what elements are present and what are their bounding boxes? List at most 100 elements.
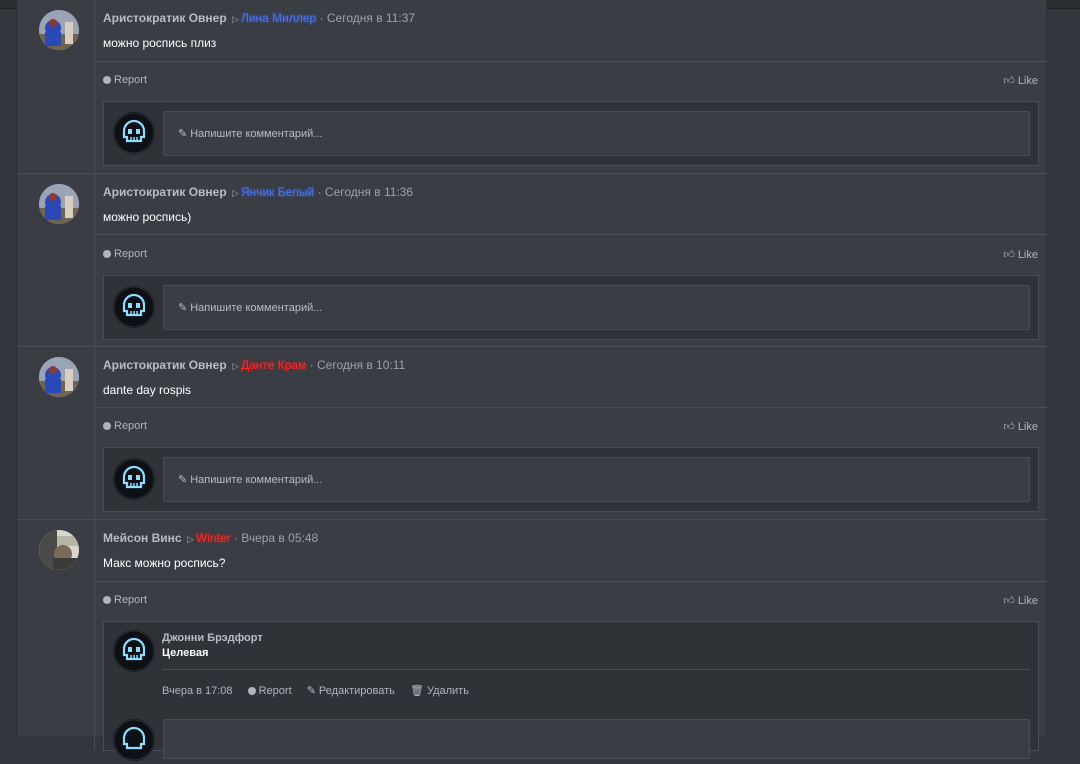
post-actions: Report 👍︎ Like — [103, 420, 1038, 436]
skull-avatar-icon — [113, 286, 155, 328]
pencil-icon: ✎ — [178, 302, 188, 314]
post-time[interactable]: · Сегодня в 11:36 — [318, 185, 414, 199]
comment-placeholder: Напишите комментарий... — [190, 474, 323, 486]
caret-right-icon: ▷ — [232, 361, 239, 371]
avatar-photo-icon — [39, 10, 79, 50]
like-button[interactable]: 👍︎ Like — [1003, 594, 1038, 607]
comment-text: Целевая — [162, 647, 209, 659]
delete-button[interactable]: 🗑︎ Удалить — [410, 685, 469, 697]
profile-post-feed: Аристократик Овнер ▷ Лина Миллер · Сегодн… — [16, 0, 1048, 761]
thumbs-up-icon: 👍︎ — [1003, 595, 1015, 607]
comment-placeholder: Напишите комментарий... — [190, 302, 323, 314]
comment-box: ✎ Напишите комментарий... — [103, 275, 1039, 340]
thumbs-up-icon: 👍︎ — [1003, 249, 1015, 261]
post-target-user[interactable]: Winter — [196, 531, 231, 545]
post-content: Мейсон Винс ▷ Winter · Вчера в 05:48 Макс… — [94, 520, 1048, 761]
report-label: Report — [114, 248, 148, 260]
report-label: Report — [114, 74, 148, 86]
avatar[interactable] — [113, 719, 155, 761]
profile-post: Аристократик Овнер ▷ Лина Миллер · Сегодн… — [17, 0, 1048, 174]
report-label: Report — [114, 420, 148, 432]
info-circle-icon — [247, 687, 256, 695]
avatar-photo-icon — [39, 357, 79, 397]
info-circle-icon — [103, 596, 111, 604]
avatar[interactable] — [39, 357, 79, 397]
divider — [95, 61, 1048, 62]
post-time[interactable]: · Сегодня в 11:37 — [320, 11, 416, 25]
post-content: Аристократик Овнер ▷ Данте Крам · Сегодня… — [94, 347, 1048, 519]
like-button[interactable]: 👍︎ Like — [1003, 248, 1038, 261]
post-author[interactable]: Аристократик Овнер — [103, 11, 227, 25]
comment-box — [103, 711, 1039, 761]
post-text: можно роспись плиз — [103, 36, 217, 50]
trash-icon: 🗑︎ — [409, 685, 424, 697]
skull-avatar-icon — [113, 112, 155, 154]
post-actions: Report 👍︎ Like — [103, 248, 1038, 264]
post-target-user[interactable]: Данте Крам — [241, 358, 306, 372]
like-label: Like — [1017, 249, 1038, 261]
report-button[interactable]: Report — [103, 420, 147, 432]
comment-time[interactable]: Вчера в 17:08 — [162, 685, 233, 697]
avatar[interactable] — [113, 630, 155, 672]
like-button[interactable]: 👍︎ Like — [1003, 420, 1038, 433]
thumbs-up-icon: 👍︎ — [1003, 75, 1015, 87]
avatar[interactable] — [113, 458, 155, 500]
comment-actions: Вчера в 17:08 Report ✎ Редактировать 🗑︎ Уд… — [162, 684, 481, 697]
comment-input[interactable]: ✎ Напишите комментарий... — [163, 457, 1030, 502]
pencil-icon: ✎ — [178, 474, 188, 486]
report-label: Report — [114, 594, 148, 606]
post-text: Макс можно роспись? — [103, 556, 226, 570]
profile-post: Аристократик Овнер ▷ Данте Крам · Сегодня… — [17, 347, 1048, 520]
comment-box: ✎ Напишите комментарий... — [103, 101, 1039, 166]
report-button[interactable]: Report — [103, 594, 147, 606]
like-button[interactable]: 👍︎ Like — [1003, 74, 1038, 87]
post-target-user[interactable]: Янчик Белый — [241, 185, 314, 199]
divider — [162, 669, 1030, 670]
divider — [95, 407, 1048, 408]
skull-avatar-icon — [113, 719, 155, 761]
post-author[interactable]: Аристократик Овнер — [103, 185, 227, 199]
info-circle-icon — [103, 76, 111, 84]
profile-post: Аристократик Овнер ▷ Янчик Белый · Сегодн… — [17, 174, 1048, 347]
caret-right-icon: ▷ — [186, 534, 194, 544]
post-text: dante day rospis — [103, 383, 192, 397]
post-header: Аристократик Овнер ▷ Лина Миллер · Сегодн… — [103, 11, 415, 25]
report-button[interactable]: Report — [103, 248, 147, 260]
edit-label: Редактировать — [318, 685, 395, 697]
comment-report-button[interactable]: Report — [247, 685, 292, 697]
post-time[interactable]: · Вчера в 05:48 — [234, 531, 318, 545]
avatar[interactable] — [39, 530, 79, 570]
like-label: Like — [1017, 75, 1038, 87]
like-label: Like — [1017, 595, 1038, 607]
post-author[interactable]: Аристократик Овнер — [103, 358, 227, 372]
comment-input[interactable] — [163, 719, 1030, 759]
post-header: Аристократик Овнер ▷ Данте Крам · Сегодня… — [103, 358, 405, 372]
report-button[interactable]: Report — [103, 74, 147, 86]
post-actions: Report 👍︎ Like — [103, 74, 1038, 90]
report-label: Report — [258, 685, 292, 697]
comment-input[interactable]: ✎ Напишите комментарий... — [163, 285, 1030, 330]
avatar[interactable] — [113, 112, 155, 154]
avatar-photo-icon — [39, 184, 79, 224]
pencil-icon: ✎ — [306, 685, 316, 697]
avatar-photo-icon — [39, 530, 79, 570]
post-target-user[interactable]: Лина Миллер — [241, 11, 316, 25]
divider — [95, 234, 1048, 235]
avatar[interactable] — [113, 286, 155, 328]
post-text: можно роспись) — [103, 210, 192, 224]
comment-placeholder: Напишите комментарий... — [190, 128, 323, 140]
info-circle-icon — [103, 250, 111, 258]
comment-input[interactable]: ✎ Напишите комментарий... — [163, 111, 1030, 156]
comment-author[interactable]: Джонни Брэдфорт — [162, 632, 263, 644]
skull-avatar-icon — [113, 630, 155, 672]
edit-button[interactable]: ✎ Редактировать — [307, 685, 395, 697]
post-author[interactable]: Мейсон Винс — [103, 531, 182, 545]
post-time[interactable]: · Сегодня в 10:11 — [310, 358, 406, 372]
info-circle-icon — [103, 422, 111, 430]
avatar[interactable] — [39, 184, 79, 224]
avatar[interactable] — [39, 10, 79, 50]
post-content: Аристократик Овнер ▷ Янчик Белый · Сегодн… — [94, 174, 1048, 346]
post-header: Мейсон Винс ▷ Winter · Вчера в 05:48 — [103, 531, 318, 545]
like-label: Like — [1017, 421, 1038, 433]
post-content: Аристократик Овнер ▷ Лина Миллер · Сегодн… — [94, 0, 1048, 173]
